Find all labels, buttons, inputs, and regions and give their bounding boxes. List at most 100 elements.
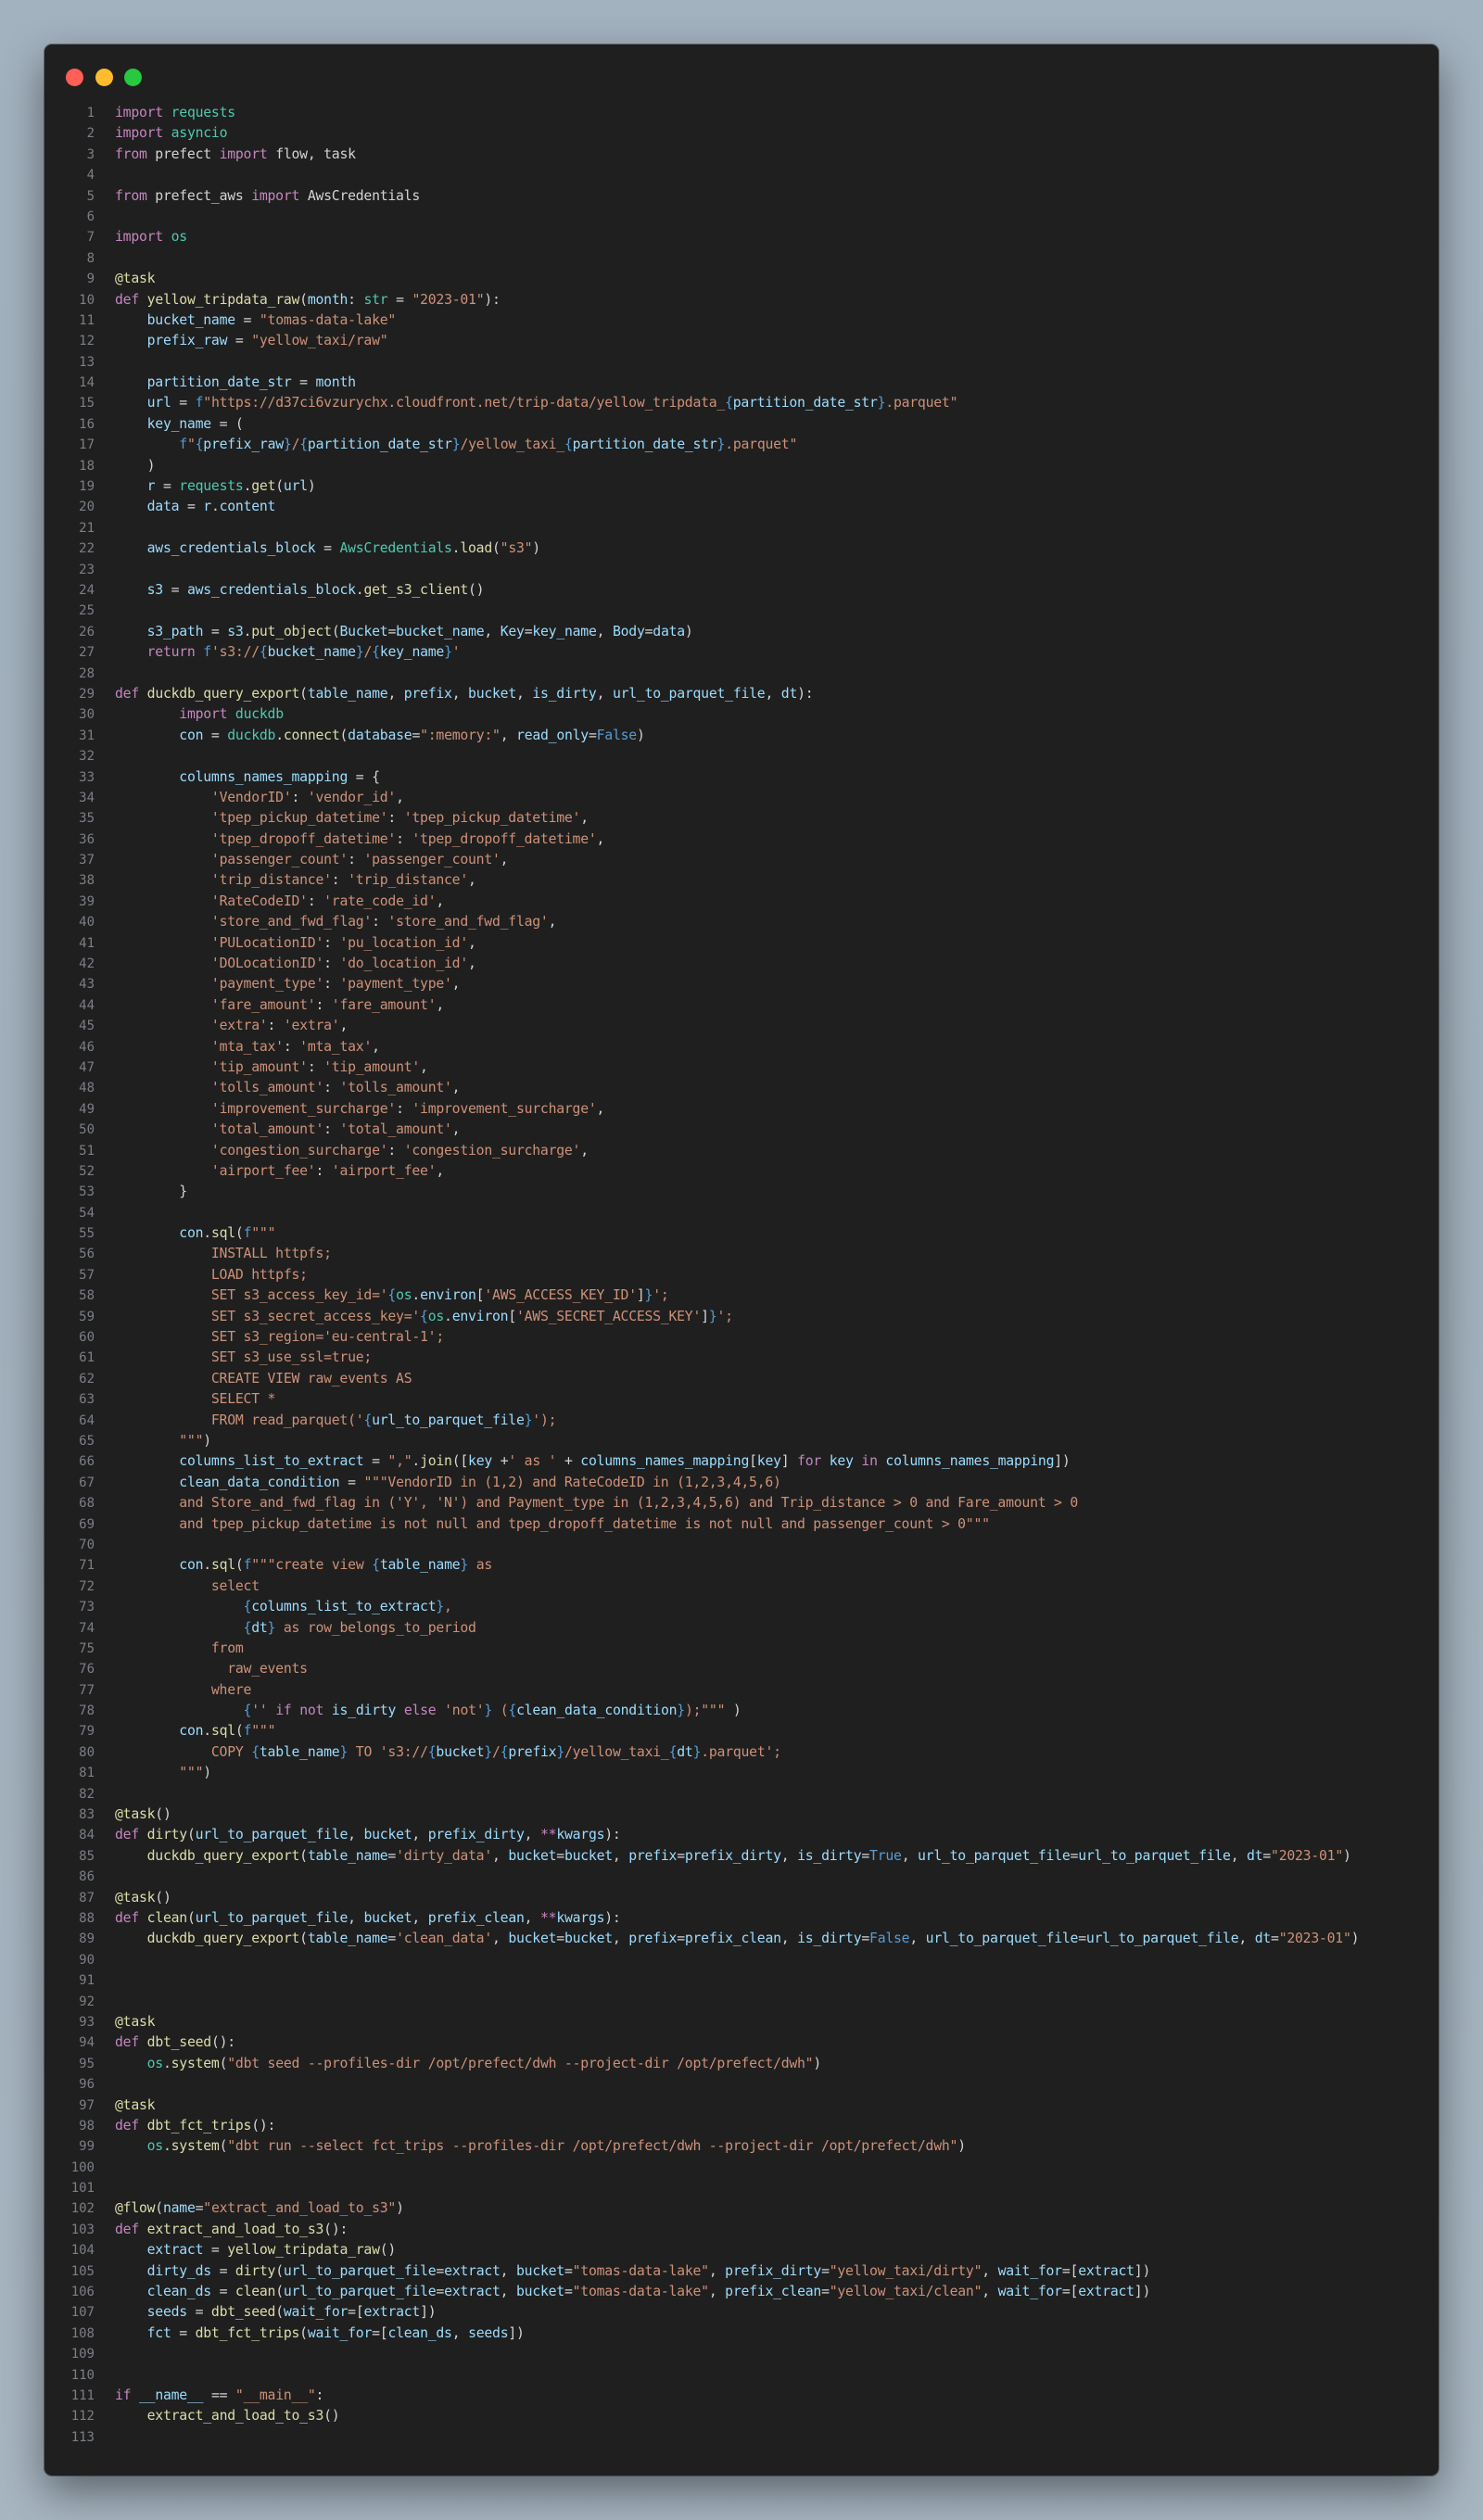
code-line[interactable]: 43 'payment_type': 'payment_type',	[44, 974, 1439, 994]
code-line[interactable]: 46 'mta_tax': 'mta_tax',	[44, 1037, 1439, 1057]
code-line[interactable]: 58 SET s3_access_key_id='{os.environ['AW…	[44, 1285, 1439, 1306]
code-line[interactable]: 72 select	[44, 1577, 1439, 1597]
code-line[interactable]: 75 from	[44, 1639, 1439, 1659]
code-line[interactable]: 28	[44, 664, 1439, 684]
code-line[interactable]: 34 'VendorID': 'vendor_id',	[44, 788, 1439, 808]
code-line[interactable]: 17 f"{prefix_raw}/{partition_date_str}/y…	[44, 435, 1439, 455]
code-line[interactable]: 62 CREATE VIEW raw_events AS	[44, 1369, 1439, 1389]
code-line[interactable]: 74 {dt} as row_belongs_to_period	[44, 1618, 1439, 1639]
code-line[interactable]: 110	[44, 2365, 1439, 2386]
code-line[interactable]: 76 raw_events	[44, 1659, 1439, 1679]
code-line[interactable]: 41 'PULocationID': 'pu_location_id',	[44, 933, 1439, 954]
code-line[interactable]: 52 'airport_fee': 'airport_fee',	[44, 1161, 1439, 1182]
code-line[interactable]: 109	[44, 2344, 1439, 2364]
code-line[interactable]: 18 )	[44, 456, 1439, 476]
code-line[interactable]: 67 clean_data_condition = """VendorID in…	[44, 1473, 1439, 1493]
code-line[interactable]: 100	[44, 2158, 1439, 2178]
code-editor[interactable]: 1 import requests 2 import asyncio 3 from pre…	[44, 103, 1439, 2448]
code-line[interactable]: 14 partition_date_str = month	[44, 373, 1439, 393]
code-line[interactable]: 94 def dbt_seed():	[44, 2032, 1439, 2053]
code-line[interactable]: 87 @task()	[44, 1888, 1439, 1908]
code-line[interactable]: 90	[44, 1950, 1439, 1970]
code-line[interactable]: 84 def dirty(url_to_parquet_file, bucket,…	[44, 1825, 1439, 1845]
code-line[interactable]: 99 os.system("dbt run --select fct_trips…	[44, 2136, 1439, 2157]
code-line[interactable]: 35 'tpep_pickup_datetime': 'tpep_pickup_…	[44, 808, 1439, 829]
code-line[interactable]: 96	[44, 2074, 1439, 2095]
code-line[interactable]: 20 data = r.content	[44, 497, 1439, 517]
code-line[interactable]: 30 import duckdb	[44, 704, 1439, 725]
code-line[interactable]: 15 url = f"https://d37ci6vzurychx.cloudf…	[44, 393, 1439, 413]
code-line[interactable]: 5 from prefect_aws import AwsCredentials	[44, 186, 1439, 207]
code-line[interactable]: 85 duckdb_query_export(table_name='dirty…	[44, 1846, 1439, 1867]
code-line[interactable]: 83 @task()	[44, 1805, 1439, 1825]
code-line[interactable]: 71 con.sql(f"""create view {table_name} …	[44, 1555, 1439, 1576]
code-line[interactable]: 1 import requests	[44, 103, 1439, 123]
code-line[interactable]: 36 'tpep_dropoff_datetime': 'tpep_dropof…	[44, 829, 1439, 850]
code-line[interactable]: 54	[44, 1203, 1439, 1223]
code-line[interactable]: 38 'trip_distance': 'trip_distance',	[44, 870, 1439, 891]
code-line[interactable]: 39 'RateCodeID': 'rate_code_id',	[44, 892, 1439, 912]
code-line[interactable]: 86	[44, 1867, 1439, 1887]
code-line[interactable]: 63 SELECT *	[44, 1389, 1439, 1410]
code-line[interactable]: 56 INSTALL httpfs;	[44, 1244, 1439, 1264]
code-line[interactable]: 37 'passenger_count': 'passenger_count',	[44, 850, 1439, 870]
code-line[interactable]: 93 @task	[44, 2012, 1439, 2032]
code-line[interactable]: 51 'congestion_surcharge': 'congestion_s…	[44, 1141, 1439, 1161]
code-line[interactable]: 106 clean_ds = clean(url_to_parquet_file…	[44, 2282, 1439, 2302]
code-line[interactable]: 11 bucket_name = "tomas-data-lake"	[44, 310, 1439, 331]
code-line[interactable]: 31 con = duckdb.connect(database=":memor…	[44, 726, 1439, 746]
close-window-button[interactable]	[66, 69, 83, 86]
code-line[interactable]: 68 and Store_and_fwd_flag in ('Y', 'N') …	[44, 1493, 1439, 1513]
code-line[interactable]: 22 aws_credentials_block = AwsCredential…	[44, 538, 1439, 559]
code-line[interactable]: 102 @flow(name="extract_and_load_to_s3")	[44, 2198, 1439, 2219]
code-line[interactable]: 8	[44, 248, 1439, 269]
code-line[interactable]: 49 'improvement_surcharge': 'improvement…	[44, 1099, 1439, 1120]
code-line[interactable]: 66 columns_list_to_extract = ",".join([k…	[44, 1451, 1439, 1472]
code-line[interactable]: 13	[44, 352, 1439, 373]
code-line[interactable]: 44 'fare_amount': 'fare_amount',	[44, 995, 1439, 1016]
code-line[interactable]: 12 prefix_raw = "yellow_taxi/raw"	[44, 331, 1439, 351]
code-line[interactable]: 40 'store_and_fwd_flag': 'store_and_fwd_…	[44, 912, 1439, 932]
code-line[interactable]: 3 from prefect import flow, task	[44, 145, 1439, 165]
code-line[interactable]: 80 COPY {table_name} TO 's3://{bucket}/{…	[44, 1742, 1439, 1763]
code-line[interactable]: 6	[44, 207, 1439, 227]
code-line[interactable]: 29 def duckdb_query_export(table_name, pr…	[44, 684, 1439, 704]
code-line[interactable]: 27 return f's3://{bucket_name}/{key_name…	[44, 642, 1439, 663]
code-line[interactable]: 69 and tpep_pickup_datetime is not null …	[44, 1514, 1439, 1535]
code-line[interactable]: 111 if __name__ == "__main__":	[44, 2386, 1439, 2406]
code-line[interactable]: 79 con.sql(f"""	[44, 1721, 1439, 1741]
code-line[interactable]: 82	[44, 1784, 1439, 1805]
code-line[interactable]: 23	[44, 560, 1439, 580]
code-line[interactable]: 101	[44, 2178, 1439, 2198]
minimize-window-button[interactable]	[95, 69, 113, 86]
code-line[interactable]: 78 {'' if not is_dirty else 'not'} ({cle…	[44, 1701, 1439, 1721]
code-line[interactable]: 33 columns_names_mapping = {	[44, 767, 1439, 788]
code-line[interactable]: 97 @task	[44, 2096, 1439, 2116]
code-line[interactable]: 59 SET s3_secret_access_key='{os.environ…	[44, 1307, 1439, 1327]
code-line[interactable]: 57 LOAD httpfs;	[44, 1265, 1439, 1285]
code-line[interactable]: 98 def dbt_fct_trips():	[44, 2116, 1439, 2136]
code-line[interactable]: 77 where	[44, 1680, 1439, 1701]
code-line[interactable]: 113	[44, 2427, 1439, 2448]
code-line[interactable]: 45 'extra': 'extra',	[44, 1016, 1439, 1036]
code-line[interactable]: 104 extract = yellow_tripdata_raw()	[44, 2240, 1439, 2260]
code-line[interactable]: 107 seeds = dbt_seed(wait_for=[extract])	[44, 2302, 1439, 2323]
code-line[interactable]: 4	[44, 165, 1439, 185]
code-line[interactable]: 81 """)	[44, 1763, 1439, 1783]
code-line[interactable]: 24 s3 = aws_credentials_block.get_s3_cli…	[44, 580, 1439, 601]
code-line[interactable]: 108 fct = dbt_fct_trips(wait_for=[clean_…	[44, 2324, 1439, 2344]
code-line[interactable]: 42 'DOLocationID': 'do_location_id',	[44, 954, 1439, 974]
code-line[interactable]: 9 @task	[44, 269, 1439, 289]
code-line[interactable]: 10 def yellow_tripdata_raw(month: str = "…	[44, 290, 1439, 310]
code-line[interactable]: 26 s3_path = s3.put_object(Bucket=bucket…	[44, 622, 1439, 642]
code-line[interactable]: 19 r = requests.get(url)	[44, 476, 1439, 497]
code-line[interactable]: 48 'tolls_amount': 'tolls_amount',	[44, 1078, 1439, 1098]
code-line[interactable]: 32	[44, 746, 1439, 766]
code-line[interactable]: 53 }	[44, 1182, 1439, 1202]
code-line[interactable]: 112 extract_and_load_to_s3()	[44, 2406, 1439, 2426]
code-line[interactable]: 61 SET s3_use_ssl=true;	[44, 1348, 1439, 1368]
zoom-window-button[interactable]	[124, 69, 142, 86]
code-line[interactable]: 60 SET s3_region='eu-central-1';	[44, 1327, 1439, 1348]
code-line[interactable]: 7 import os	[44, 227, 1439, 247]
code-line[interactable]: 55 con.sql(f"""	[44, 1223, 1439, 1244]
